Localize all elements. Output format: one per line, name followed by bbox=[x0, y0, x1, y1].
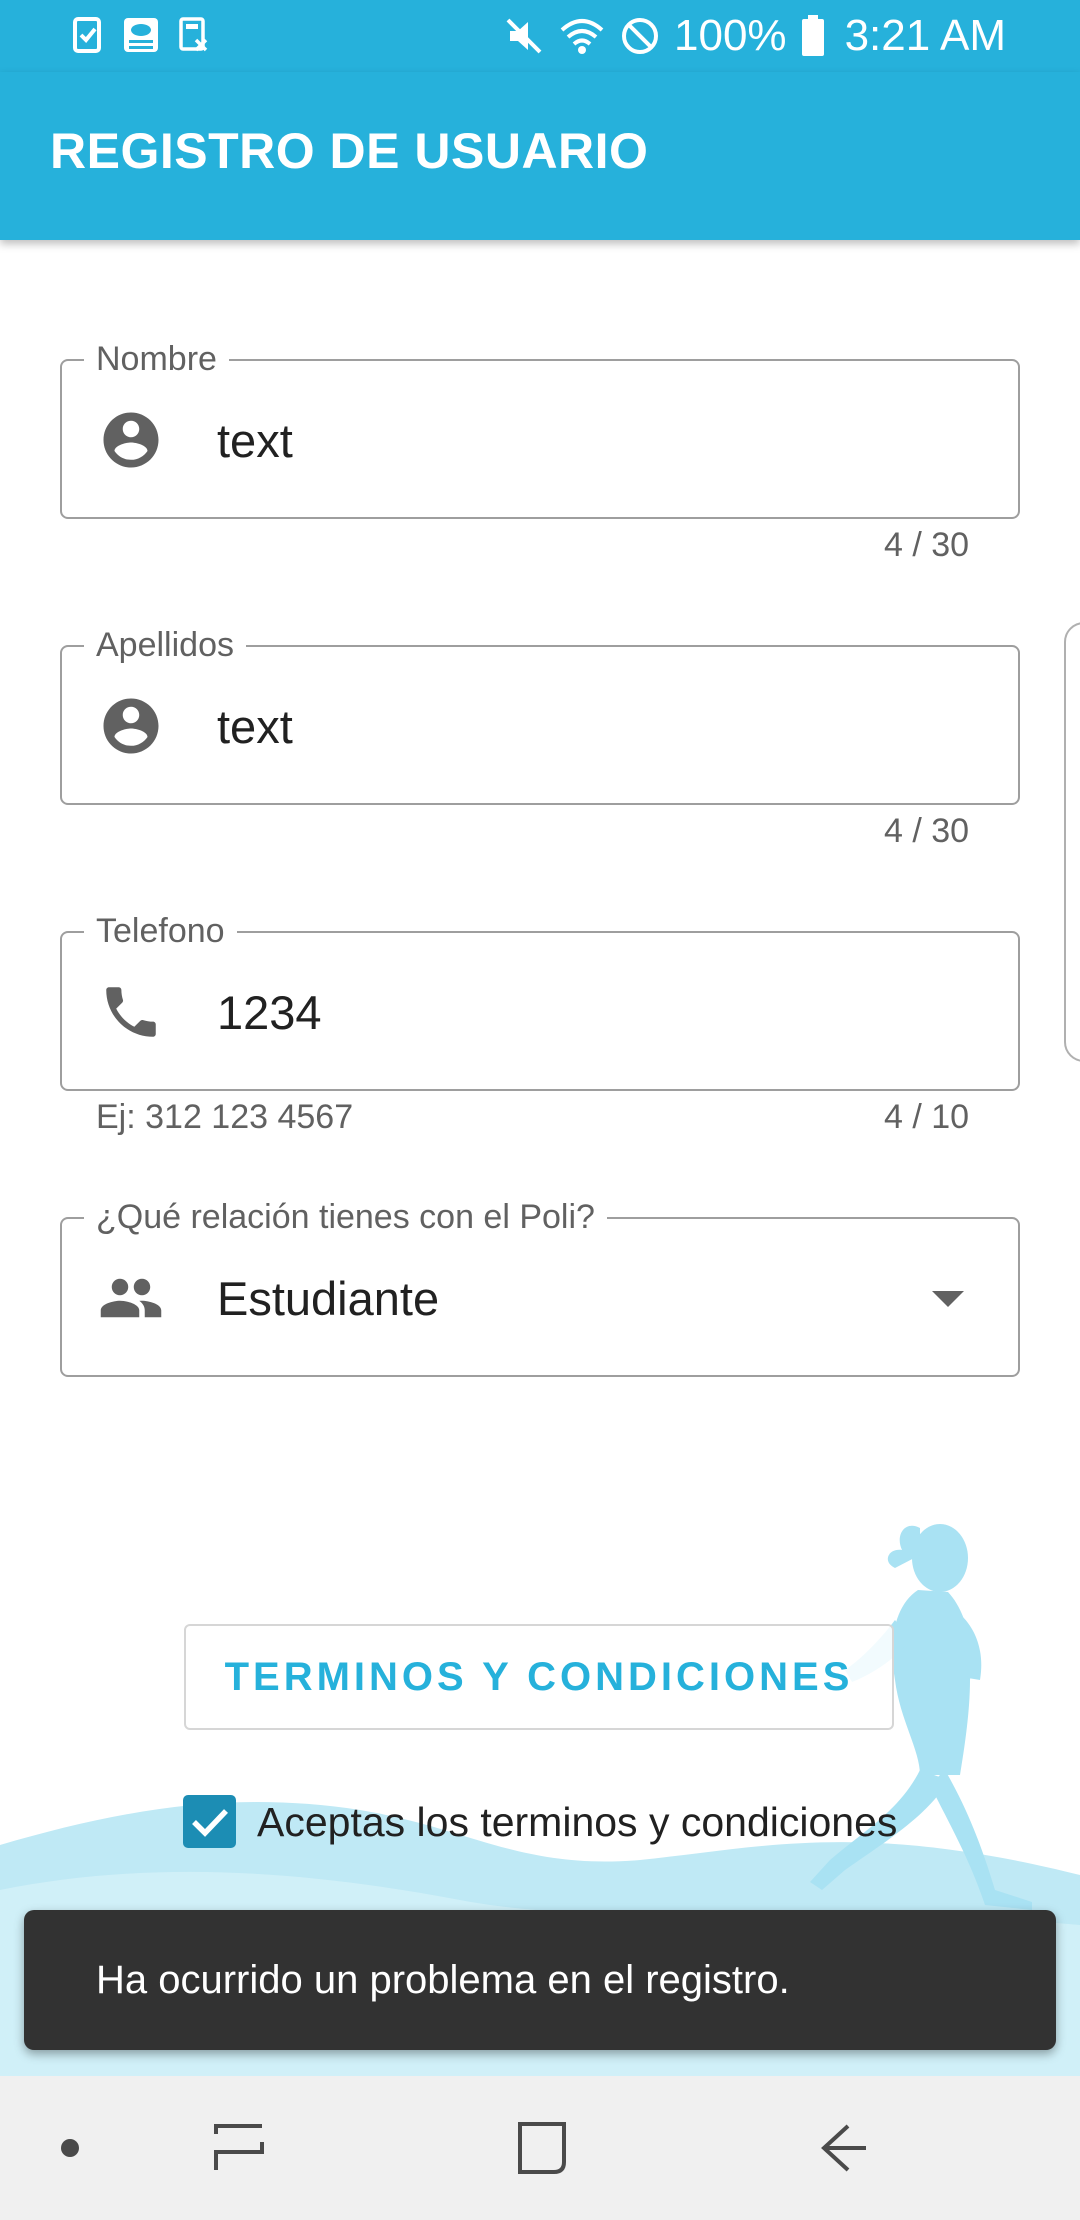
telefono-counter: 4 / 10 bbox=[884, 1098, 970, 1136]
relacion-value: Estudiante bbox=[217, 1272, 440, 1325]
telefono-helper: Ej: 312 123 4567 bbox=[96, 1098, 354, 1136]
apellidos-field[interactable]: Apellidos text bbox=[60, 625, 1020, 805]
dot-icon[interactable] bbox=[61, 2139, 79, 2157]
home-icon[interactable] bbox=[516, 2120, 568, 2176]
wifi-icon bbox=[558, 16, 606, 56]
apellidos-label: Apellidos bbox=[84, 625, 246, 665]
calculator-icon bbox=[178, 16, 210, 54]
clock: 3:21 AM bbox=[844, 11, 1006, 60]
telefono-label: Telefono bbox=[84, 911, 237, 951]
recent-apps-icon[interactable] bbox=[212, 2122, 268, 2174]
nombre-field[interactable]: Nombre text bbox=[60, 339, 1020, 519]
app-bar: REGISTRO DE USUARIO bbox=[0, 72, 1080, 240]
dropdown-arrow-icon[interactable] bbox=[932, 1291, 964, 1307]
do-not-disturb-icon bbox=[620, 16, 660, 56]
status-bar: 100% 3:21 AM bbox=[0, 0, 1080, 72]
accept-terms-label[interactable]: Aceptas los terminos y condiciones bbox=[257, 1798, 897, 1846]
nombre-input[interactable]: text bbox=[217, 413, 293, 469]
back-icon[interactable] bbox=[818, 2120, 870, 2176]
battery-icon bbox=[801, 15, 825, 57]
telefono-input[interactable]: 1234 bbox=[217, 985, 322, 1041]
terms-and-conditions-button[interactable]: TERMINOS Y CONDICIONES bbox=[184, 1624, 894, 1730]
phone-icon bbox=[106, 987, 156, 1037]
account-circle-icon bbox=[103, 412, 159, 468]
mute-icon bbox=[504, 16, 544, 56]
snackbar-message: Ha ocurrido un problema en el registro. bbox=[96, 1958, 790, 2002]
apellidos-counter: 4 / 30 bbox=[884, 812, 970, 850]
telefono-field[interactable]: Telefono 1234 bbox=[60, 911, 1020, 1091]
relacion-select[interactable]: ¿Qué relación tienes con el Poli? Estudi… bbox=[60, 1197, 1020, 1377]
error-snackbar: Ha ocurrido un problema en el registro. bbox=[24, 1910, 1056, 2050]
system-nav-bar bbox=[0, 2076, 1080, 2220]
account-circle-icon bbox=[103, 698, 159, 754]
task-check-icon bbox=[72, 16, 104, 54]
nombre-label: Nombre bbox=[84, 339, 229, 379]
weather-app-icon bbox=[122, 16, 160, 54]
people-icon bbox=[100, 1278, 162, 1318]
relacion-label: ¿Qué relación tienes con el Poli? bbox=[84, 1197, 607, 1237]
edge-panel-handle[interactable] bbox=[1064, 622, 1080, 1062]
battery-percent: 100% bbox=[674, 11, 787, 60]
page-title: REGISTRO DE USUARIO bbox=[50, 123, 649, 179]
apellidos-input[interactable]: text bbox=[217, 699, 293, 755]
nombre-counter: 4 / 30 bbox=[884, 526, 970, 564]
checkmark-icon bbox=[192, 1809, 228, 1837]
accept-terms-checkbox[interactable] bbox=[183, 1795, 236, 1848]
